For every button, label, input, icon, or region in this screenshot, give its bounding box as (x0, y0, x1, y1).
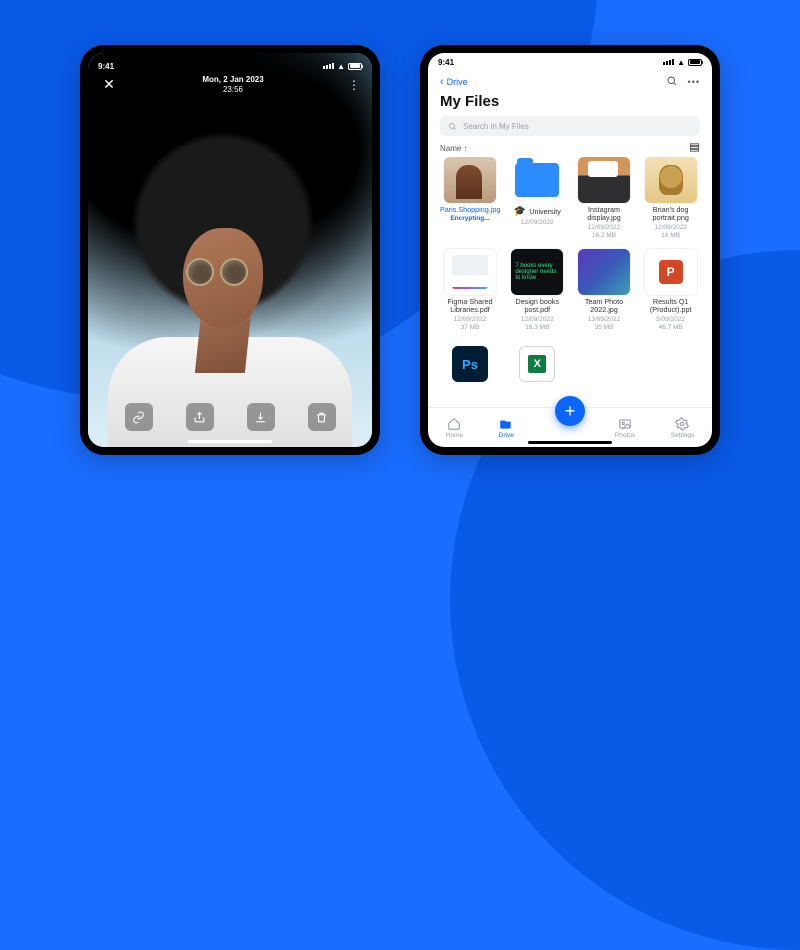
file-thumbnail: X (511, 341, 563, 387)
home-icon (447, 417, 461, 431)
share-icon[interactable] (186, 403, 214, 431)
file-item[interactable]: Ps (440, 341, 500, 407)
status-time: 9:41 (98, 62, 114, 71)
search-input[interactable]: Search in My Files (440, 116, 700, 136)
file-item[interactable]: P Results Q1 (Product).ppt 5/09/2022 46.… (641, 249, 700, 335)
tab-photos[interactable]: Photos (615, 417, 635, 439)
close-icon[interactable]: ✕ (100, 76, 118, 93)
back-button[interactable]: ‹ Drive (440, 76, 468, 88)
file-thumbnail (645, 157, 697, 203)
powerpoint-icon: P (659, 260, 683, 284)
search-icon[interactable] (666, 75, 678, 89)
folder-item[interactable]: 🎓University 12/09/2022 (508, 157, 567, 243)
file-item[interactable]: Paris.Shopping.jpg Encrypting... (440, 157, 500, 243)
file-item[interactable]: Team Photo 2022.jpg 13/09/2022 35 MB (575, 249, 634, 335)
tablet-files-app: 9:41 ▲ ‹ Drive ••• My Files (420, 45, 720, 455)
file-thumbnail (578, 249, 630, 295)
photoshop-icon: Ps (452, 346, 488, 382)
tab-drive[interactable]: Drive (499, 417, 514, 439)
sort-button[interactable]: Name ↑ (440, 144, 468, 153)
file-thumbnail (444, 249, 496, 295)
download-icon[interactable] (247, 403, 275, 431)
search-icon (448, 122, 457, 131)
drive-icon (499, 417, 513, 431)
arrow-up-icon: ↑ (464, 144, 468, 153)
search-placeholder: Search in My Files (463, 122, 529, 131)
chevron-left-icon: ‹ (440, 76, 444, 88)
graduation-cap-icon: 🎓 (514, 206, 526, 217)
file-item[interactable]: Brian's dog portrait.png 12/09/2022 18 M… (641, 157, 700, 243)
file-thumbnail (444, 157, 496, 203)
home-indicator[interactable] (528, 441, 612, 444)
battery-icon (348, 63, 362, 70)
file-item[interactable]: X (508, 341, 567, 407)
status-bar: 9:41 ▲ (428, 53, 712, 71)
photos-icon (618, 417, 632, 431)
wifi-icon: ▲ (337, 62, 345, 71)
back-label: Drive (447, 77, 468, 87)
file-item[interactable]: Instagram display.jpg 12/09/2022 16.2 MB (575, 157, 634, 243)
page-title: My Files (440, 93, 700, 110)
file-thumbnail: 7 books every designer needs to know (511, 249, 563, 295)
tab-settings[interactable]: Settings (671, 417, 695, 439)
status-bar: 9:41 ▲ (88, 57, 372, 75)
photo-screen: 9:41 ▲ ✕ Mon, 2 Jan 2023 23:56 ⋮ (88, 53, 372, 447)
file-item[interactable]: Figma Shared Libraries.pdf 12/09/2022 37… (440, 249, 500, 335)
portrait-illustration (88, 133, 372, 447)
file-thumbnail (578, 157, 630, 203)
excel-icon: X (519, 346, 555, 382)
tab-home[interactable]: Home (446, 417, 463, 439)
fab-add-button[interactable]: + (555, 396, 585, 426)
folder-icon (511, 157, 563, 203)
file-thumbnail: P (645, 249, 697, 295)
view-toggle-icon[interactable] (689, 142, 700, 155)
wifi-icon: ▲ (677, 58, 685, 67)
photo-date: Mon, 2 Jan 2023 23:56 (202, 75, 263, 94)
signal-icon (663, 59, 674, 65)
tab-bar: Home Drive Photos Settings + (428, 407, 712, 447)
status-time: 9:41 (438, 58, 454, 67)
more-icon[interactable]: ⋮ (348, 78, 360, 92)
file-item[interactable]: 7 books every designer needs to know Des… (508, 249, 567, 335)
files-screen: 9:41 ▲ ‹ Drive ••• My Files (428, 53, 712, 447)
tablet-photo-viewer: 9:41 ▲ ✕ Mon, 2 Jan 2023 23:56 ⋮ (80, 45, 380, 455)
link-icon[interactable] (125, 403, 153, 431)
more-icon[interactable]: ••• (688, 77, 700, 87)
home-indicator[interactable] (188, 440, 272, 443)
battery-icon (688, 59, 702, 66)
gear-icon (675, 417, 689, 431)
file-thumbnail: Ps (444, 341, 496, 387)
trash-icon[interactable] (308, 403, 336, 431)
signal-icon (323, 63, 334, 69)
files-grid: Paris.Shopping.jpg Encrypting... 🎓Univer… (428, 157, 712, 407)
